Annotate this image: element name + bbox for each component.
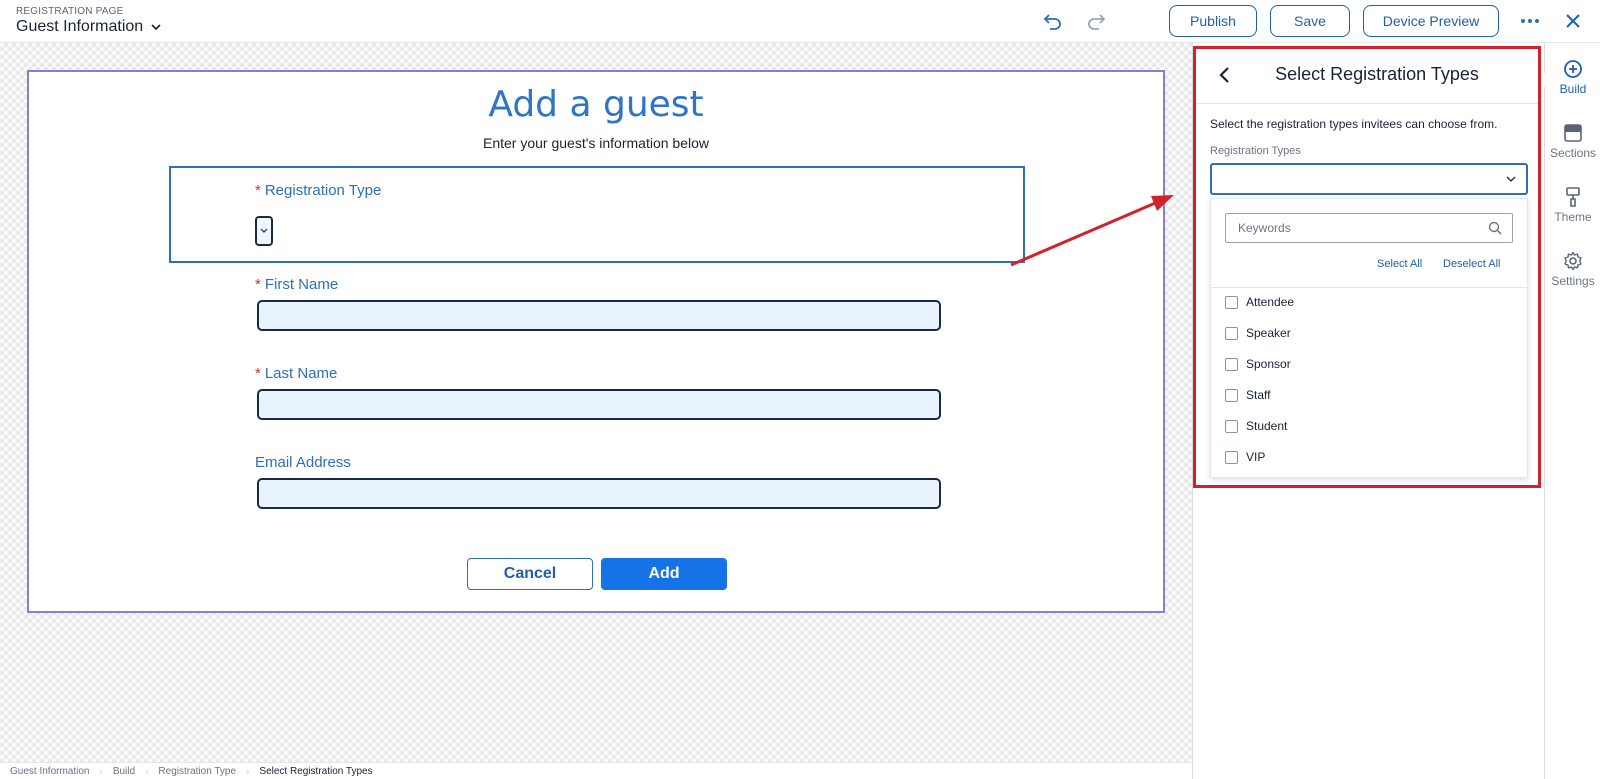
paint-roller-icon [1566,187,1580,207]
nav-label: Settings [1551,274,1595,288]
chevron-down-icon [1506,176,1516,182]
breadcrumb: Guest Information › Build › Registration… [0,762,1192,779]
properties-panel: Select Registration Types Select the reg… [1192,43,1544,779]
option-label: Student [1246,419,1288,433]
undo-button[interactable] [1038,7,1068,35]
email-input[interactable] [257,478,941,509]
chevron-down-icon [151,24,161,31]
registration-types-label: Registration Types [1210,145,1301,157]
side-nav-rail: Build Sections Theme Settings [1544,43,1600,779]
option-label: Speaker [1246,326,1291,340]
registration-type-select[interactable] [255,216,273,246]
registration-type-section[interactable]: * Registration Type [169,166,1025,263]
page-selector[interactable]: Guest Information [16,18,163,36]
form-subtitle: Enter your guest's information below [482,135,709,151]
nav-settings[interactable]: Settings [1545,251,1600,288]
breadcrumb-current: Select Registration Types [259,765,373,777]
close-icon [1566,14,1580,28]
registration-types-dropdown[interactable] [1210,163,1528,195]
option-label: Staff [1246,388,1271,402]
option-label: Attendee [1246,295,1295,309]
sections-icon [1564,124,1582,142]
breadcrumb-separator: › [246,765,250,777]
top-bar: REGISTRATION PAGE Guest Information Publ… [0,0,1600,43]
close-button[interactable] [1558,7,1588,35]
panel-title: Select Registration Types [1275,64,1479,84]
nav-label: Sections [1549,146,1597,160]
required-mark: * [255,365,261,382]
option-label: Sponsor [1246,357,1291,371]
guest-form-card: Add a guest Enter your guest's informati… [27,70,1165,613]
page-kicker: REGISTRATION PAGE [16,6,124,17]
cancel-button[interactable]: Cancel [467,558,593,590]
checkbox[interactable] [1225,419,1238,433]
panel-header: Select Registration Types [1196,49,1538,104]
nav-label: Theme [1554,210,1592,224]
checkbox[interactable] [1225,295,1238,309]
registration-types-menu: Select All Deselect All Attendee Speaker… [1210,198,1528,478]
page-title: Guest Information [16,18,144,35]
nav-theme[interactable]: Theme [1545,187,1600,224]
breadcrumb-separator: › [145,765,149,777]
required-mark: * [255,276,261,293]
breadcrumb-separator: › [99,765,103,777]
deselect-all-link[interactable]: Deselect All [1443,258,1500,270]
highlight-box: Select Registration Types Select the reg… [1193,46,1541,488]
registration-type-label: * Registration Type [255,182,382,199]
option-sponsor[interactable]: Sponsor [1225,357,1291,371]
keywords-search-input[interactable] [1225,213,1513,243]
checkbox[interactable] [1225,450,1238,464]
breadcrumb-item[interactable]: Guest Information [10,766,89,777]
option-attendee[interactable]: Attendee [1225,295,1294,309]
email-label: Email Address [255,454,351,471]
redo-icon [1088,14,1106,30]
nav-build[interactable]: Build [1545,59,1600,96]
more-options-button[interactable] [1515,7,1545,35]
checkbox[interactable] [1225,388,1238,402]
chevron-down-icon [260,228,268,233]
option-staff[interactable]: Staff [1225,388,1270,402]
panel-description: Select the registration types invitees c… [1210,117,1498,131]
option-label: VIP [1246,450,1266,464]
last-name-input[interactable] [257,389,941,420]
plus-circle-icon [1564,60,1582,78]
nav-label: Build [1559,82,1587,96]
save-button[interactable]: Save [1270,5,1350,37]
undo-icon [1043,14,1061,30]
first-name-label: * First Name [255,276,339,293]
editor-canvas: Add a guest Enter your guest's informati… [0,43,1192,762]
select-all-link[interactable]: Select All [1377,258,1422,270]
breadcrumb-item[interactable]: Registration Type [158,766,236,777]
first-name-input[interactable] [257,300,941,331]
last-name-label: * Last Name [255,365,338,382]
add-button[interactable]: Add [601,558,727,590]
redo-button[interactable] [1081,7,1111,35]
menu-divider [1211,287,1527,288]
form-title: Add a guest [488,84,704,125]
checkbox[interactable] [1225,357,1238,371]
device-preview-button[interactable]: Device Preview [1363,5,1499,37]
more-horizontal-icon [1521,19,1539,23]
gear-icon [1564,251,1582,271]
required-mark: * [255,182,261,199]
breadcrumb-item[interactable]: Build [113,766,135,777]
nav-sections[interactable]: Sections [1545,123,1600,160]
publish-button[interactable]: Publish [1169,5,1257,37]
option-vip[interactable]: VIP [1225,450,1265,464]
option-student[interactable]: Student [1225,419,1287,433]
option-speaker[interactable]: Speaker [1225,326,1291,340]
search-icon [1488,221,1502,235]
checkbox[interactable] [1225,326,1238,340]
